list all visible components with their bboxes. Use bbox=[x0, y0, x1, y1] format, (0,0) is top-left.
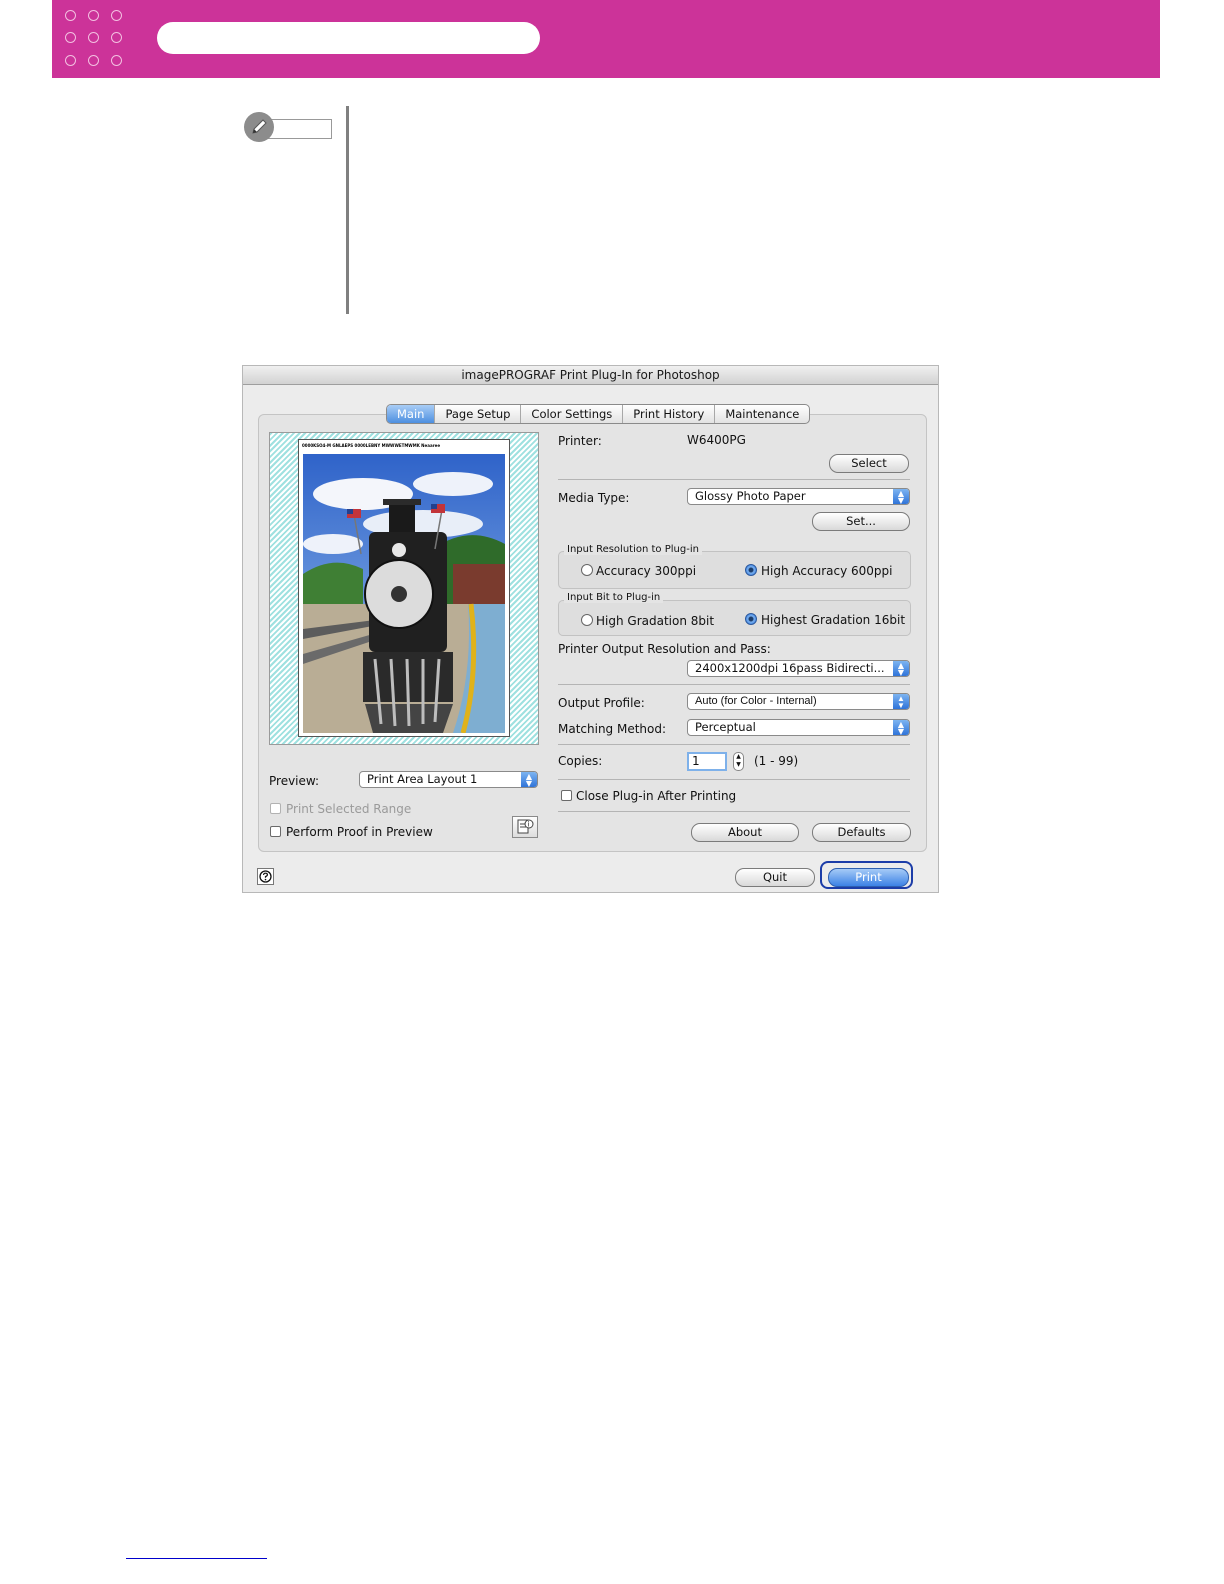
copies-input[interactable]: 1 bbox=[687, 752, 727, 771]
output-profile-label: Output Profile: bbox=[558, 696, 645, 710]
header-title-pill bbox=[157, 22, 540, 54]
tab-maintenance[interactable]: Maintenance bbox=[715, 405, 809, 423]
up-down-arrows-icon: ▲ ▼ bbox=[893, 661, 909, 676]
high-accuracy-600ppi-label: High Accuracy 600ppi bbox=[761, 564, 893, 578]
input-resolution-title: Input Resolution to Plug-in bbox=[564, 544, 702, 555]
input-bit-title: Input Bit to Plug-in bbox=[564, 592, 664, 603]
close-after-printing-checkbox[interactable] bbox=[561, 790, 572, 801]
proof-info-icon[interactable]: i bbox=[512, 816, 538, 838]
perform-proof-checkbox[interactable] bbox=[270, 826, 281, 837]
perform-proof-label: Perform Proof in Preview bbox=[286, 825, 433, 839]
preview-mode-select[interactable]: Print Area Layout 1 ▲ ▼ bbox=[359, 771, 538, 788]
preview-caption: 0000KSO4-M GNLAEPS 0000LEBNY MWWWETMWMK … bbox=[302, 443, 441, 448]
tab-color-settings[interactable]: Color Settings bbox=[521, 405, 624, 423]
up-down-arrows-icon: ▲ ▼ bbox=[521, 772, 537, 787]
output-resolution-value: 2400x1200dpi 16pass Bidirecti... bbox=[695, 661, 885, 675]
preview-mode-value: Print Area Layout 1 bbox=[367, 772, 478, 786]
preview-paper: 0000KSO4-M GNLAEPS 0000LEBNY MWWWETMWMK … bbox=[298, 439, 510, 737]
dialog-title: imagePROGRAF Print Plug-In for Photoshop bbox=[243, 366, 938, 385]
tab-page-setup[interactable]: Page Setup bbox=[435, 405, 522, 423]
close-after-printing-label: Close Plug-in After Printing bbox=[576, 789, 737, 803]
output-resolution-select[interactable]: 2400x1200dpi 16pass Bidirecti... ▲ ▼ bbox=[687, 660, 910, 677]
tab-main[interactable]: Main bbox=[387, 405, 436, 423]
quit-button[interactable]: Quit bbox=[735, 868, 815, 887]
separator bbox=[558, 744, 910, 745]
output-resolution-label: Printer Output Resolution and Pass: bbox=[558, 642, 771, 656]
media-type-value: Glossy Photo Paper bbox=[695, 489, 806, 503]
copies-range: (1 - 99) bbox=[754, 754, 799, 768]
header-circle-icon bbox=[65, 55, 76, 66]
separator bbox=[558, 779, 910, 780]
separator bbox=[558, 811, 910, 812]
print-plugin-dialog: imagePROGRAF Print Plug-In for Photoshop… bbox=[242, 365, 939, 893]
highest-gradation-16bit-label: Highest Gradation 16bit bbox=[761, 613, 906, 627]
separator bbox=[558, 479, 910, 480]
accuracy-300ppi-label: Accuracy 300ppi bbox=[596, 564, 697, 578]
header-circle-icon bbox=[88, 10, 99, 21]
high-accuracy-600ppi-radio[interactable] bbox=[745, 564, 757, 576]
print-selected-range-checkbox[interactable] bbox=[270, 803, 281, 814]
header-circle-icon bbox=[111, 55, 122, 66]
set-button[interactable]: Set... bbox=[812, 512, 910, 531]
copies-label: Copies: bbox=[558, 754, 603, 768]
matching-method-select[interactable]: Perceptual ▲ ▼ bbox=[687, 719, 910, 736]
select-button[interactable]: Select bbox=[829, 454, 909, 473]
up-down-arrows-icon: ▲ ▼ bbox=[893, 489, 909, 504]
high-gradation-8bit-label: High Gradation 8bit bbox=[596, 614, 715, 628]
up-down-arrows-icon: ▲ ▼ bbox=[893, 720, 909, 735]
matching-method-label: Matching Method: bbox=[558, 722, 667, 736]
accuracy-300ppi-radio[interactable] bbox=[581, 564, 593, 576]
footer-link-rule bbox=[126, 1558, 267, 1559]
header-circle-icon bbox=[88, 55, 99, 66]
highest-gradation-16bit-radio[interactable] bbox=[745, 613, 757, 625]
header-circle-icon bbox=[65, 10, 76, 21]
header-circle-icon bbox=[65, 32, 76, 43]
preview-label: Preview: bbox=[269, 774, 320, 788]
copies-stepper[interactable]: ▲ ▼ bbox=[733, 752, 744, 771]
preview-photo bbox=[303, 454, 505, 733]
matching-method-value: Perceptual bbox=[695, 720, 756, 734]
media-type-label: Media Type: bbox=[558, 491, 630, 505]
tab-bar: Main Page Setup Color Settings Print His… bbox=[386, 404, 811, 424]
preview-area: 0000KSO4-M GNLAEPS 0000LEBNY MWWWETMWMK … bbox=[269, 432, 539, 745]
defaults-button[interactable]: Defaults bbox=[812, 823, 911, 842]
header-circle-icon bbox=[88, 32, 99, 43]
output-profile-value: Auto (for Color - Internal) bbox=[695, 695, 817, 707]
printer-label: Printer: bbox=[558, 434, 602, 448]
svg-text:i: i bbox=[528, 821, 530, 829]
print-selected-range-label: Print Selected Range bbox=[286, 802, 412, 816]
pencil-icon bbox=[244, 112, 274, 142]
media-type-select[interactable]: Glossy Photo Paper ▲ ▼ bbox=[687, 488, 910, 505]
header-circle-icon bbox=[111, 32, 122, 43]
help-icon[interactable] bbox=[257, 868, 274, 885]
tab-print-history[interactable]: Print History bbox=[623, 405, 716, 423]
output-profile-select[interactable]: Auto (for Color - Internal) ▲ ▼ bbox=[687, 693, 910, 710]
print-button[interactable]: Print bbox=[828, 868, 909, 887]
note-rule bbox=[346, 106, 349, 314]
header-circle-icon bbox=[111, 10, 122, 21]
high-gradation-8bit-radio[interactable] bbox=[581, 614, 593, 626]
separator bbox=[558, 684, 910, 685]
up-down-arrows-icon: ▲ ▼ bbox=[893, 694, 909, 709]
printer-value: W6400PG bbox=[687, 433, 746, 447]
about-button[interactable]: About bbox=[691, 823, 799, 842]
